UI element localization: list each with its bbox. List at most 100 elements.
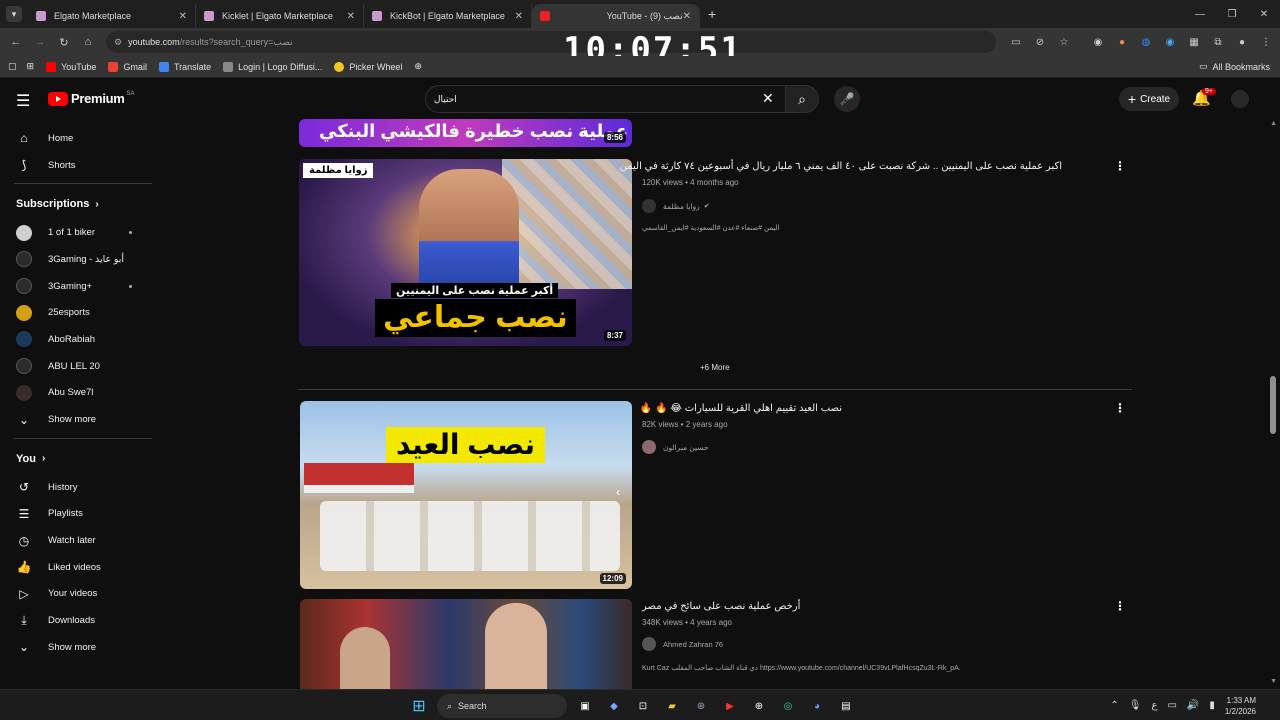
volume-icon[interactable]: 🔊	[1187, 700, 1199, 711]
show-more-subscriptions[interactable]: ⌄ Show more	[0, 406, 154, 433]
subscription-item[interactable]: 1 of 1 biker	[0, 219, 154, 246]
chrome-icon[interactable]: ◎	[777, 695, 799, 717]
microphone-icon[interactable]: 🎙	[1129, 700, 1142, 711]
subscription-item[interactable]: AboRabiah	[0, 326, 154, 353]
video-title[interactable]: نصب العيد تقييم اهلي القرية للسيارات 😂 🔥…	[640, 403, 842, 414]
close-tab-icon[interactable]: ✕	[683, 11, 691, 22]
tray-overflow-icon[interactable]: ⌃	[1110, 700, 1118, 711]
more-actions-icon[interactable]: ⋮	[1114, 599, 1126, 613]
you-header[interactable]: You ›	[0, 444, 154, 474]
close-tab-icon[interactable]: ✕	[515, 11, 523, 22]
subscription-item[interactable]: Abu Swe7l	[0, 380, 154, 407]
tab-search-icon[interactable]: ▾	[6, 6, 22, 22]
hamburger-menu-icon[interactable]: ☰	[16, 91, 30, 111]
show-more-you[interactable]: ⌄ Show more	[0, 634, 154, 661]
bookmark-star-icon[interactable]: ☆	[1052, 37, 1076, 48]
browser-tab-active[interactable]: YouTube - نصب (9) ✕	[532, 4, 700, 28]
back-icon[interactable]: ←	[4, 36, 28, 48]
chrome-menu-icon[interactable]: ⋮	[1254, 37, 1278, 48]
network-icon[interactable]: ▭	[1167, 700, 1176, 711]
subscriptions-header[interactable]: Subscriptions ›	[0, 189, 154, 219]
forward-icon[interactable]: →	[28, 36, 52, 48]
extension-icon[interactable]: ●	[1110, 37, 1134, 48]
bookmark-youtube[interactable]: YouTube	[46, 61, 96, 72]
browser-tab[interactable]: Elgato Marketplace ✕	[28, 4, 196, 28]
youtube-premium-logo[interactable]: Premium SA	[48, 91, 135, 106]
close-window-icon[interactable]: ✕	[1248, 9, 1280, 20]
channel-link[interactable]: Ahmed Zahran 76	[642, 637, 723, 651]
sidebar-item-home[interactable]: ⌂ Home	[0, 125, 154, 152]
task-view-icon[interactable]: ▣	[574, 695, 596, 717]
bookmark-app-icon[interactable]: ▢	[8, 61, 17, 72]
scroll-down-icon[interactable]: ▼	[1270, 678, 1277, 685]
more-actions-icon[interactable]: ⋮	[1114, 159, 1126, 173]
maximize-icon[interactable]: ❐	[1216, 9, 1248, 20]
reload-icon[interactable]: ↻	[52, 36, 76, 49]
app-icon[interactable]: ▤	[835, 695, 857, 717]
more-actions-icon[interactable]: ⋮	[1114, 401, 1126, 415]
all-bookmarks-button[interactable]: ▭ All Bookmarks	[1199, 61, 1270, 72]
video-title[interactable]: أرخص عملية نصب على سائح في مصر	[642, 601, 802, 612]
sidebar-item-downloads[interactable]: ⤓ Downloads	[0, 607, 154, 634]
profile-icon[interactable]: ●	[1230, 37, 1254, 48]
browser-tab[interactable]: KickBot | Elgato Marketplace ✕	[364, 4, 532, 28]
subscription-item[interactable]: 25esports	[0, 299, 154, 326]
taskbar-clock[interactable]: 1:33 AM 1/2/2026	[1225, 695, 1256, 717]
clear-search-icon[interactable]: ✕	[762, 90, 774, 107]
bookmark-login[interactable]: Login | Logo Diffusi...	[223, 61, 322, 72]
language-icon[interactable]: ع	[1151, 700, 1157, 711]
close-tab-icon[interactable]: ✕	[179, 11, 187, 22]
extension-icon[interactable]: ◍	[1134, 37, 1158, 48]
subscription-item[interactable]: ABU LEL 20	[0, 353, 154, 380]
cast-icon[interactable]: ▭	[1004, 37, 1028, 48]
search-button[interactable]: ⌕	[785, 85, 819, 113]
battery-icon[interactable]: ▮	[1209, 700, 1215, 711]
file-explorer-icon[interactable]: ▰	[661, 695, 683, 717]
video-title[interactable]: اكبر عملية نصب على اليمنيين .. شركة نصبت…	[620, 161, 1062, 172]
channel-link[interactable]: زوايا مظلمة ✔	[642, 199, 710, 213]
close-tab-icon[interactable]: ✕	[347, 11, 355, 22]
video-thumbnail[interactable]	[300, 599, 632, 689]
windows-start-icon[interactable]: ⊞	[408, 695, 430, 717]
new-tab-icon[interactable]: +	[708, 6, 716, 22]
sidebar-item-watch-later[interactable]: ◷ Watch later	[0, 527, 154, 554]
home-icon[interactable]: ⌂	[76, 36, 100, 48]
sidebar-item-liked-videos[interactable]: 👍 Liked videos	[0, 554, 154, 581]
description-link[interactable]: https://www.youtube.com/channel/UC39vLPl…	[760, 665, 961, 672]
scroll-up-icon[interactable]: ▲	[1270, 120, 1277, 127]
media-player-icon[interactable]: ▶	[719, 695, 741, 717]
site-info-icon[interactable]: ⚙	[114, 37, 122, 48]
copilot-icon[interactable]: ◆	[603, 695, 625, 717]
bookmark-picker-wheel[interactable]: Picker Wheel	[334, 61, 402, 72]
apps-grid-icon[interactable]: ⊞	[27, 61, 35, 72]
channel-link[interactable]: حسين مبرالون	[642, 440, 709, 454]
bookmark-gmail[interactable]: Gmail	[108, 61, 147, 72]
subscription-item[interactable]: 3Gaming+	[0, 273, 154, 300]
bookmark-translate[interactable]: Translate	[158, 61, 211, 72]
bookmark-globe-icon[interactable]: ⊕	[414, 61, 422, 72]
steam-icon[interactable]: ⊛	[690, 695, 712, 717]
extensions-puzzle-icon[interactable]: ⧉	[1206, 37, 1230, 48]
more-results-button[interactable]: +6 More	[700, 363, 730, 372]
page-scrollbar-thumb[interactable]	[1270, 376, 1276, 434]
create-button[interactable]: + Create	[1119, 87, 1179, 111]
eye-off-icon[interactable]: ⊘	[1028, 37, 1052, 48]
sidebar-item-shorts[interactable]: ⟆ Shorts	[0, 152, 154, 179]
video-thumbnail[interactable]: زوايا مظلمة أكبر عملية نصب على اليمنيين …	[299, 159, 632, 346]
account-avatar[interactable]	[1231, 90, 1249, 108]
video-thumbnail[interactable]: نصب العيد ‹ 12:09	[300, 401, 632, 589]
discord-icon[interactable]: ◕	[806, 695, 828, 717]
video-thumbnail[interactable]: عملية نصب خطيرة فالكيشي البنكي 8:56	[299, 119, 632, 147]
app-icon[interactable]: ⊕	[748, 695, 770, 717]
extension-icon[interactable]: ◉	[1158, 37, 1182, 48]
sidebar-item-your-videos[interactable]: ▷ Your videos	[0, 581, 154, 608]
voice-search-button[interactable]: 🎤	[834, 86, 860, 112]
extension-icon[interactable]: ◉	[1086, 37, 1110, 48]
sidebar-item-history[interactable]: ↺ History	[0, 474, 154, 501]
sidebar-item-playlists[interactable]: ☰ Playlists	[0, 501, 154, 528]
url-bar[interactable]: ⚙ youtube.com/results?search_query=نصب	[106, 31, 996, 53]
browser-tab[interactable]: Kicklet | Elgato Marketplace ✕	[196, 4, 364, 28]
search-input[interactable]: احتيال	[425, 85, 785, 113]
taskbar-search[interactable]: ⌕ Search	[437, 694, 567, 718]
subscription-item[interactable]: 3Gaming - أبو عايد	[0, 246, 154, 273]
